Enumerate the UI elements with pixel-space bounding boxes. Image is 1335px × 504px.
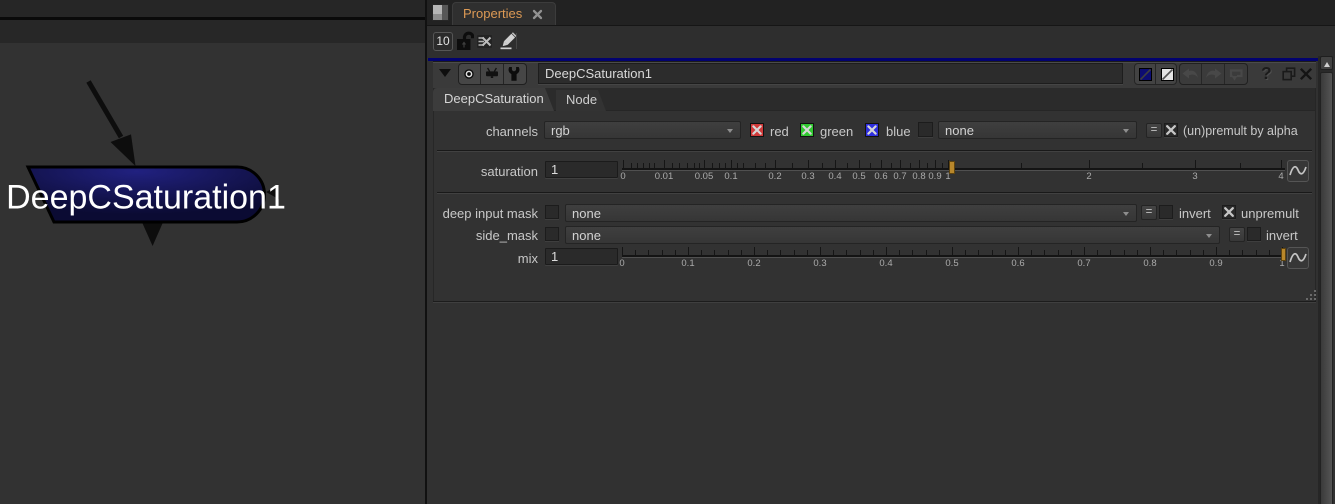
svg-text:DeepCSaturation1: DeepCSaturation1	[6, 179, 286, 217]
